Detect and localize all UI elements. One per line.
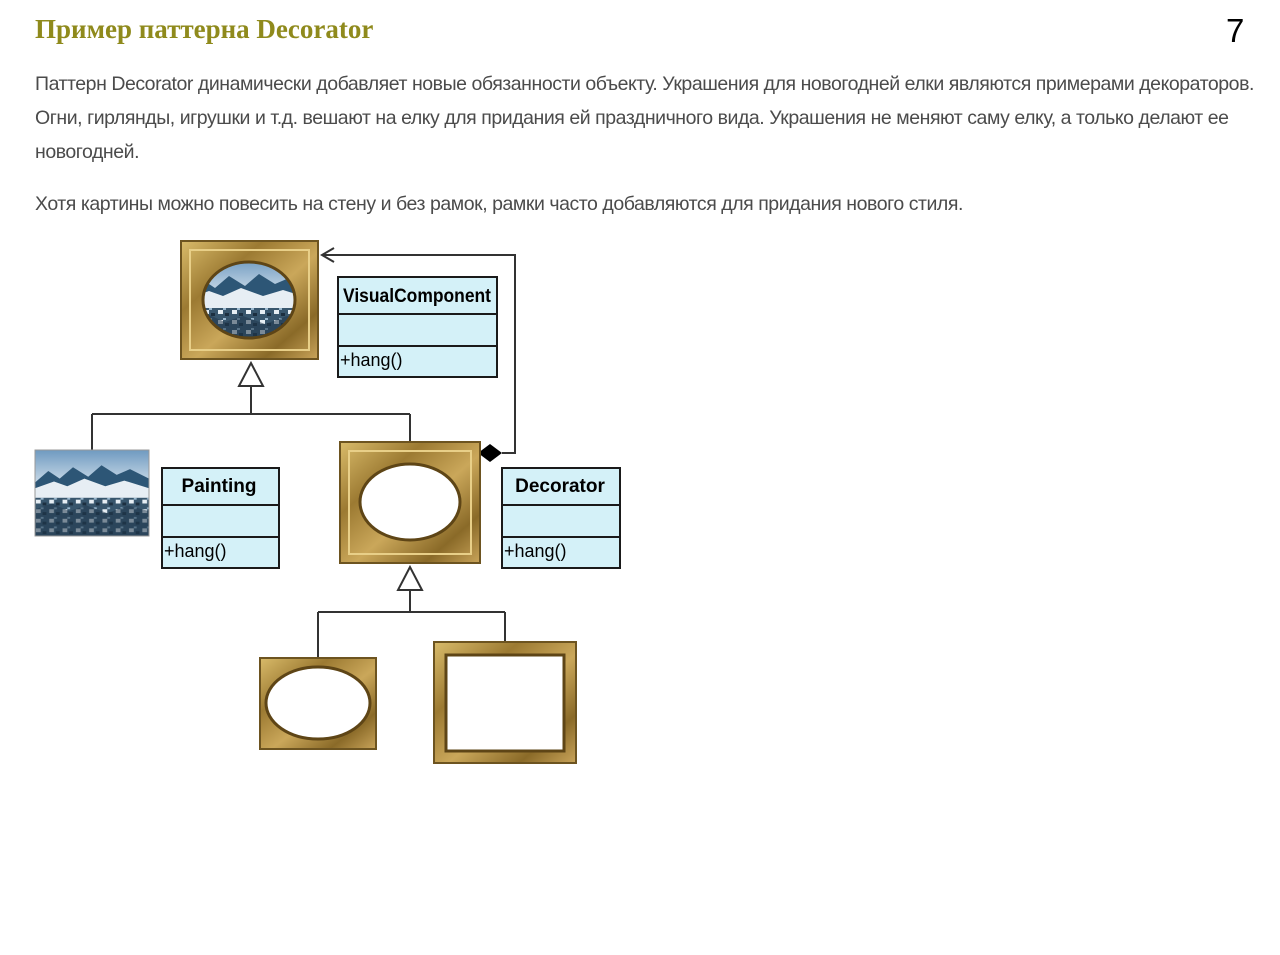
small-oval-frame-image: [259, 657, 377, 750]
class-painting: Painting +hang(): [161, 467, 280, 569]
class-visual-component: VisualComponent +hang(): [337, 276, 498, 378]
painting-operation: +hang(): [164, 541, 227, 561]
decorator-uml-diagram: VisualComponent +hang() Painting +hang()…: [34, 240, 621, 764]
painting-class-name: Painting: [182, 476, 257, 497]
framed-painting-image: [180, 240, 319, 360]
class-decorator: Decorator +hang(): [501, 467, 621, 569]
decorator-class-name: Decorator: [515, 476, 605, 497]
visual-component-operation: +hang(): [340, 350, 403, 370]
rectangular-frame-image: [433, 641, 577, 764]
frames-inheritance-arrowhead: [396, 564, 424, 591]
aggregation-diamond: [478, 444, 502, 462]
decorator-operation: +hang(): [504, 541, 567, 561]
oval-frame-image: [339, 441, 481, 564]
inheritance-arrowhead: [237, 360, 265, 387]
painting-image: [34, 449, 150, 537]
visual-component-class-name: VisualComponent: [343, 286, 492, 307]
